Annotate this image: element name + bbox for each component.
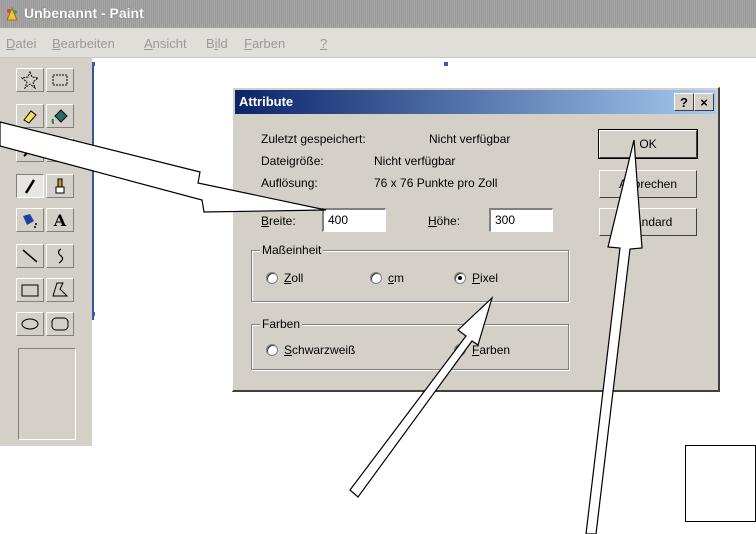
tool-rectangle[interactable] <box>16 278 44 302</box>
tool-options-box[interactable] <box>18 348 76 440</box>
color-color-radio[interactable]: Farben <box>454 343 510 357</box>
canvas-resize-handle[interactable] <box>444 62 448 66</box>
standard-button-rest: tandard <box>631 215 673 229</box>
menu-farben[interactable]: Farben <box>244 36 285 51</box>
eraser-icon <box>23 110 37 124</box>
menu-help[interactable]: ? <box>320 36 327 51</box>
file-size-label: Dateigröße: <box>261 154 324 168</box>
tool-rect-select[interactable] <box>46 68 74 92</box>
menu-bild[interactable]: Bild <box>206 36 228 51</box>
tool-free-select[interactable] <box>16 68 44 92</box>
cancel-button[interactable]: Abbrechen <box>599 170 697 198</box>
menu-datei[interactable]: Datei <box>6 36 36 51</box>
star-select-icon <box>21 71 39 89</box>
units-group-title: Maßeinheit <box>260 243 324 257</box>
dialog-titlebar: Attribute ? × <box>235 90 716 114</box>
menu-bar: Datei Bearbeiten Ansicht Bild Farben ? <box>0 28 756 58</box>
tool-pencil[interactable] <box>16 174 44 198</box>
paint-app-icon <box>6 6 18 21</box>
radio-circle-selected <box>454 272 466 284</box>
tool-polygon[interactable] <box>46 278 74 302</box>
tool-line[interactable] <box>16 244 44 268</box>
resolution-value: 76 x 76 Punkte pro Zoll <box>374 176 498 190</box>
menu-ansicht[interactable]: Ansicht <box>144 36 187 51</box>
radio-circle <box>266 272 278 284</box>
annotation-box <box>685 445 756 522</box>
ok-button[interactable]: OK <box>598 129 698 159</box>
curve-icon <box>57 248 64 264</box>
colors-group: Farben Schwarzweiß Farben <box>251 317 569 370</box>
fill-bucket-icon <box>51 109 68 124</box>
rect-select-icon <box>52 74 68 86</box>
tool-brush[interactable] <box>46 174 74 198</box>
tool-eraser[interactable] <box>16 104 44 128</box>
tool-airbrush[interactable] <box>16 208 44 232</box>
height-label: Höhe: <box>428 214 461 228</box>
menu-bearbeiten[interactable]: Bearbeiten <box>52 36 115 51</box>
height-input[interactable]: 300 <box>489 208 553 232</box>
radio-circle-selected <box>454 344 466 356</box>
tool-curve[interactable] <box>46 244 74 268</box>
unit-cm-radio[interactable]: cm <box>370 271 404 285</box>
unit-pixel-radio[interactable]: Pixel <box>454 271 498 285</box>
width-label: Breite: <box>261 214 296 228</box>
toolbox: A <box>0 58 92 446</box>
window-title: Unbenannt - Paint <box>24 5 144 21</box>
standard-button[interactable]: Standard <box>599 208 697 236</box>
last-saved-label: Zuletzt gespeichert: <box>261 132 366 146</box>
tool-text[interactable]: A <box>46 208 74 232</box>
tool-ellipse[interactable] <box>16 312 44 336</box>
colors-group-title: Farben <box>260 317 303 331</box>
rectangle-icon <box>21 284 39 297</box>
attribute-dialog: Attribute ? × Zuletzt gespeichert: Nicht… <box>232 87 720 392</box>
rounded-rectangle-icon <box>51 317 69 331</box>
width-input[interactable]: 400 <box>322 208 386 232</box>
magnifier-icon <box>52 142 68 158</box>
radio-circle <box>266 344 278 356</box>
ellipse-icon <box>21 318 39 330</box>
unit-zoll-radio[interactable]: Zoll <box>266 271 303 285</box>
radio-circle <box>370 272 382 284</box>
eyedropper-icon <box>23 143 37 157</box>
help-button[interactable]: ? <box>674 93 694 111</box>
text-icon: A <box>53 210 67 230</box>
brush-icon <box>55 178 65 194</box>
units-group: Maßeinheit Zoll cm Pixel <box>251 243 569 302</box>
polygon-icon <box>52 282 69 297</box>
tool-fill[interactable] <box>46 104 74 128</box>
pencil-icon <box>24 179 36 194</box>
tool-color-picker[interactable] <box>16 138 44 162</box>
window-titlebar: Unbenannt - Paint <box>0 0 756 28</box>
close-button[interactable]: × <box>694 93 714 111</box>
airbrush-icon <box>23 214 37 228</box>
menu-datei-rest: atei <box>15 36 37 51</box>
file-size-value: Nicht verfügbar <box>374 154 456 168</box>
color-bw-radio[interactable]: Schwarzweiß <box>266 343 355 357</box>
line-icon <box>22 249 38 263</box>
dialog-title: Attribute <box>239 94 294 109</box>
resolution-label: Auflösung: <box>261 176 318 190</box>
canvas-border <box>92 62 94 320</box>
tool-magnifier[interactable] <box>46 138 74 162</box>
tool-rounded-rectangle[interactable] <box>46 312 74 336</box>
last-saved-value: Nicht verfügbar <box>429 132 511 146</box>
